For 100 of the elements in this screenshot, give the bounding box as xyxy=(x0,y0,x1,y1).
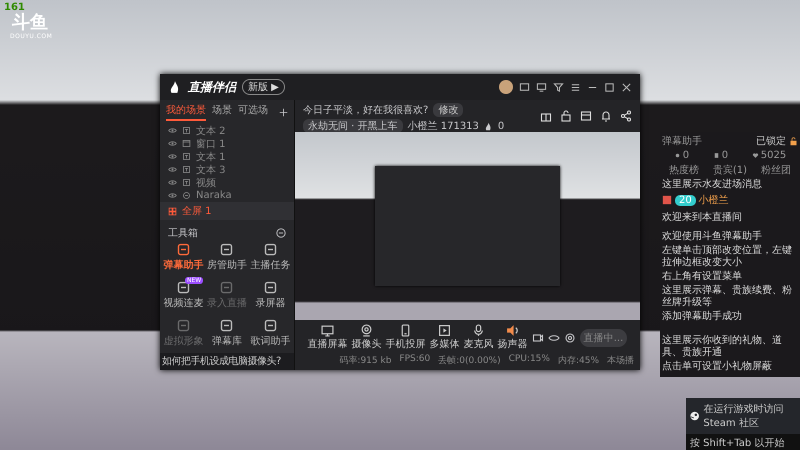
toolbar-button[interactable]: 摄像头 xyxy=(352,324,382,351)
toolbar-button[interactable]: 多媒体 xyxy=(430,324,460,351)
app-title: 直播伴侣 xyxy=(188,78,236,96)
chat-line: 欢迎使用斗鱼弹幕助手 xyxy=(662,231,763,243)
share-icon[interactable] xyxy=(620,110,632,122)
level-badge: 20 xyxy=(675,194,696,206)
scene-name[interactable]: 全屏 1 xyxy=(182,204,212,218)
eye-icon[interactable] xyxy=(168,139,177,148)
scene-tab[interactable]: 我的场景 xyxy=(166,103,206,121)
tool-button[interactable]: 弹幕库 xyxy=(205,318,249,353)
text-icon xyxy=(182,126,191,135)
eye-icon[interactable] xyxy=(168,126,177,135)
source-name[interactable]: 文本 2 xyxy=(196,124,226,138)
tool-icon xyxy=(176,280,192,295)
stat-count: 0 xyxy=(722,150,728,161)
status-item: 码率:915 kb xyxy=(339,354,392,367)
gift-hint: 点击单可设置小礼物屏蔽 xyxy=(662,361,773,373)
more-icon[interactable] xyxy=(276,228,286,238)
text-icon xyxy=(182,165,191,174)
bell-icon[interactable] xyxy=(600,110,612,122)
tool-icon xyxy=(176,242,192,257)
lock-icon[interactable] xyxy=(560,110,572,122)
tool-button[interactable]: 弹幕助手 xyxy=(162,242,206,277)
room-info: 小橙兰 171313 xyxy=(408,120,479,133)
text-icon xyxy=(182,152,191,161)
text-icon xyxy=(182,178,191,187)
eye-icon[interactable] xyxy=(168,191,177,200)
add-icon[interactable] xyxy=(279,108,288,116)
tool-icon xyxy=(262,318,278,333)
message-icon[interactable] xyxy=(536,82,547,92)
tool-icon xyxy=(176,318,192,333)
source-name[interactable]: Naraka xyxy=(196,190,232,201)
panel-tab[interactable]: 热度榜 xyxy=(668,163,699,177)
chat-line: 左键单击顶部改变位置，左键拉伸边框改变大小 xyxy=(662,245,793,269)
settings-icon[interactable] xyxy=(564,332,576,344)
avatar[interactable] xyxy=(499,80,513,94)
steam-logo-icon xyxy=(690,409,700,423)
record-icon[interactable] xyxy=(532,332,544,344)
panel-tab[interactable]: 贵宾(1) xyxy=(712,163,748,177)
source-name[interactable]: 文本 3 xyxy=(196,162,226,176)
phone-icon xyxy=(399,324,412,337)
status-item: CPU:15% xyxy=(508,354,550,366)
chat-line: 右上角有设置菜单 xyxy=(662,271,743,283)
toolbar-button[interactable]: 麦克风 xyxy=(464,324,494,351)
eye-icon[interactable] xyxy=(168,152,177,161)
source-name[interactable]: 视频 xyxy=(196,176,216,190)
version-badge[interactable]: 新版 ▶ xyxy=(242,79,285,95)
chat-line: 添加弹幕助手成功 xyxy=(662,311,743,323)
microphone-icon xyxy=(472,324,486,337)
heat-count: 0 xyxy=(498,120,504,132)
box-icon[interactable] xyxy=(580,110,592,122)
dot-icon xyxy=(674,152,681,159)
category-tag[interactable]: 永劫无间 · 开黑上车 xyxy=(303,119,403,133)
filter-icon[interactable] xyxy=(553,82,564,92)
toolbox-title: 工具箱 xyxy=(168,227,198,240)
tool-button[interactable]: 歌词助手 xyxy=(248,318,292,353)
tool-button[interactable]: 录屏器 xyxy=(248,280,292,315)
scene-tab[interactable]: 场景 xyxy=(212,103,232,121)
eye-icon[interactable] xyxy=(168,178,177,187)
tool-icon xyxy=(219,280,234,295)
heart-icon xyxy=(752,152,759,159)
tool-icon xyxy=(262,242,278,257)
status-item: FPS:60 xyxy=(399,354,430,366)
panel-tab[interactable]: 粉丝团 xyxy=(761,163,792,177)
close-icon[interactable] xyxy=(621,82,632,92)
stream-title: 今日子平淡，好在我很喜欢? xyxy=(303,104,428,117)
window-icon xyxy=(182,139,191,148)
eye-icon[interactable] xyxy=(168,165,177,174)
lock-icon xyxy=(789,136,798,146)
toast-message: 在运行游戏时访问 Steam 社区 xyxy=(703,402,784,430)
stat-count: 5025 xyxy=(760,150,786,161)
tool-icon xyxy=(219,242,234,257)
tool-button[interactable]: 房管助手 xyxy=(205,242,249,277)
chat-line: 这里展示弹幕、贵族续费、粉丝牌升级等 xyxy=(662,285,793,309)
tool-icon xyxy=(262,280,278,295)
tool-icon xyxy=(219,318,234,333)
logo-text: 斗鱼 xyxy=(12,13,48,33)
status-item: 本场播 xyxy=(607,354,634,367)
lock-status[interactable]: 已锁定 xyxy=(756,134,786,148)
maximize-icon[interactable] xyxy=(604,82,615,92)
enter-hint: 这里展示水友进场消息 xyxy=(662,179,763,191)
grid-icon xyxy=(168,206,177,216)
source-name[interactable]: 窗口 1 xyxy=(196,136,226,150)
status-item: 内存:45% xyxy=(558,354,599,367)
toolbar-button[interactable]: 扬声器 xyxy=(498,324,528,351)
tool-button[interactable]: 主播任务 xyxy=(248,242,292,277)
menu-icon[interactable] xyxy=(570,82,581,92)
badge-icon xyxy=(662,195,672,205)
edit-button[interactable]: 修改 xyxy=(433,103,464,117)
toast-hint: 按 Shift+Tab 以开始 xyxy=(686,434,800,450)
flame-icon xyxy=(484,122,493,130)
scene-tab[interactable]: 可选场 xyxy=(238,103,268,121)
toolbar-button[interactable]: 手机投屏 xyxy=(386,324,426,351)
toolbar-button[interactable]: 直播屏幕 xyxy=(308,324,348,351)
panel-title: 弹幕助手 xyxy=(662,134,702,148)
source-name[interactable]: 文本 1 xyxy=(196,150,226,164)
stat-count: 0 xyxy=(682,150,690,161)
user-name[interactable]: 小橙兰 xyxy=(698,193,729,207)
monitor-icon xyxy=(321,324,334,337)
help-tip[interactable]: 如何把手机设成电脑摄像头? xyxy=(160,353,294,370)
